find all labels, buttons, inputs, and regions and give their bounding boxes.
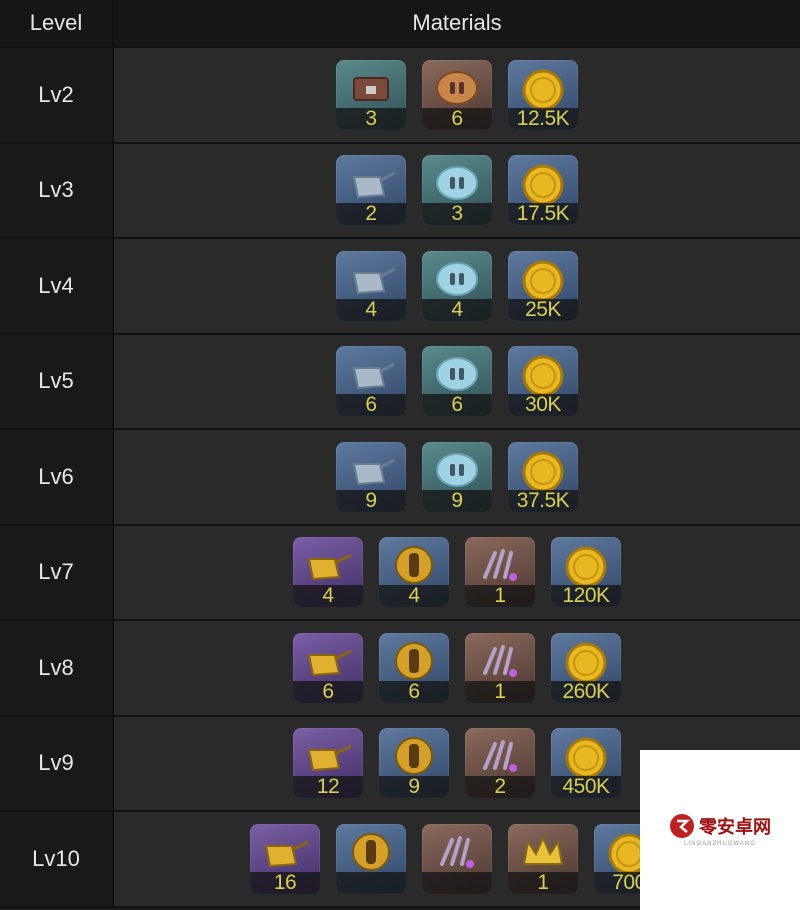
material-quantity: 3 bbox=[422, 203, 492, 226]
material-item: 12 bbox=[293, 728, 363, 799]
material-quantity: 9 bbox=[422, 489, 492, 512]
material-item: 120K bbox=[551, 537, 621, 608]
materials-cell: 6 6 1 260K bbox=[114, 621, 800, 715]
watermark-subtext: LINGANZHUOWANG bbox=[684, 841, 756, 847]
materials-cell: 6 6 30K bbox=[114, 334, 800, 428]
level-cell: Lv7 bbox=[0, 525, 114, 619]
level-cell: Lv8 bbox=[0, 621, 114, 715]
material-quantity: 25K bbox=[508, 298, 578, 321]
material-item bbox=[336, 823, 406, 894]
materials-cell: 2 3 17.5K bbox=[114, 143, 800, 237]
material-quantity: 120K bbox=[551, 585, 621, 608]
material-quantity: 12.5K bbox=[508, 107, 578, 130]
material-quantity: 2 bbox=[465, 776, 535, 799]
material-quantity: 4 bbox=[336, 298, 406, 321]
material-quantity: 9 bbox=[336, 489, 406, 512]
material-item: 25K bbox=[508, 250, 578, 321]
material-quantity bbox=[422, 871, 492, 894]
material-quantity bbox=[336, 871, 406, 894]
material-quantity: 4 bbox=[293, 585, 363, 608]
table-row: Lv5 6 6 30K bbox=[0, 334, 800, 430]
material-item: 9 bbox=[422, 441, 492, 512]
material-quantity: 6 bbox=[379, 680, 449, 703]
material-item: 4 bbox=[293, 537, 363, 608]
material-quantity: 260K bbox=[551, 680, 621, 703]
watermark-logo-icon bbox=[670, 814, 694, 838]
material-quantity: 4 bbox=[422, 298, 492, 321]
material-item: 9 bbox=[379, 728, 449, 799]
table-row: Lv7 4 4 1 120K bbox=[0, 525, 800, 621]
material-item: 9 bbox=[336, 441, 406, 512]
table-row: Lv8 6 6 1 260K bbox=[0, 621, 800, 717]
level-cell: Lv4 bbox=[0, 239, 114, 333]
material-quantity: 17.5K bbox=[508, 203, 578, 226]
material-item: 6 bbox=[293, 632, 363, 703]
material-quantity: 1 bbox=[465, 680, 535, 703]
material-item: 260K bbox=[551, 632, 621, 703]
material-item: 2 bbox=[336, 155, 406, 226]
material-item: 6 bbox=[422, 59, 492, 130]
materials-cell: 9 9 37.5K bbox=[114, 430, 800, 524]
level-cell: Lv2 bbox=[0, 48, 114, 142]
material-item: 1 bbox=[508, 823, 578, 894]
watermark-text: 零安卓网 bbox=[699, 817, 771, 838]
material-item: 6 bbox=[336, 346, 406, 417]
material-item: 3 bbox=[336, 59, 406, 130]
material-quantity: 6 bbox=[422, 394, 492, 417]
site-watermark: 零安卓网 LINGANZHUOWANG bbox=[640, 750, 800, 910]
material-item: 450K bbox=[551, 728, 621, 799]
material-quantity: 3 bbox=[336, 107, 406, 130]
material-quantity: 16 bbox=[250, 871, 320, 894]
table-row: Lv6 9 9 37.5K bbox=[0, 430, 800, 526]
level-cell: Lv9 bbox=[0, 716, 114, 810]
material-item: 1 bbox=[465, 537, 535, 608]
material-item: 17.5K bbox=[508, 155, 578, 226]
material-quantity: 6 bbox=[422, 107, 492, 130]
level-cell: Lv3 bbox=[0, 143, 114, 237]
material-item: 1 bbox=[465, 632, 535, 703]
material-quantity: 2 bbox=[336, 203, 406, 226]
material-item: 12.5K bbox=[508, 59, 578, 130]
material-quantity: 1 bbox=[508, 871, 578, 894]
material-quantity: 12 bbox=[293, 776, 363, 799]
material-quantity: 450K bbox=[551, 776, 621, 799]
table-row: Lv4 4 4 25K bbox=[0, 239, 800, 335]
table-row: Lv2 3 6 12.5K bbox=[0, 48, 800, 144]
material-quantity: 6 bbox=[293, 680, 363, 703]
level-column-header: Level bbox=[0, 0, 114, 46]
materials-cell: 4 4 25K bbox=[114, 239, 800, 333]
material-item: 2 bbox=[465, 728, 535, 799]
level-cell: Lv6 bbox=[0, 430, 114, 524]
material-item: 4 bbox=[379, 537, 449, 608]
material-quantity: 37.5K bbox=[508, 489, 578, 512]
materials-cell: 4 4 1 120K bbox=[114, 525, 800, 619]
material-item: 4 bbox=[336, 250, 406, 321]
material-item: 6 bbox=[379, 632, 449, 703]
table-header: Level Materials bbox=[0, 0, 800, 48]
material-item: 6 bbox=[422, 346, 492, 417]
material-item bbox=[422, 823, 492, 894]
material-item: 30K bbox=[508, 346, 578, 417]
table-row: Lv3 2 3 17.5K bbox=[0, 143, 800, 239]
level-cell: Lv10 bbox=[0, 812, 114, 906]
level-cell: Lv5 bbox=[0, 334, 114, 428]
material-item: 4 bbox=[422, 250, 492, 321]
material-quantity: 30K bbox=[508, 394, 578, 417]
material-quantity: 4 bbox=[379, 585, 449, 608]
material-quantity: 1 bbox=[465, 585, 535, 608]
materials-column-header: Materials bbox=[114, 0, 800, 46]
material-item: 3 bbox=[422, 155, 492, 226]
material-item: 37.5K bbox=[508, 441, 578, 512]
material-item: 16 bbox=[250, 823, 320, 894]
material-quantity: 6 bbox=[336, 394, 406, 417]
materials-cell: 3 6 12.5K bbox=[114, 48, 800, 142]
material-quantity: 9 bbox=[379, 776, 449, 799]
